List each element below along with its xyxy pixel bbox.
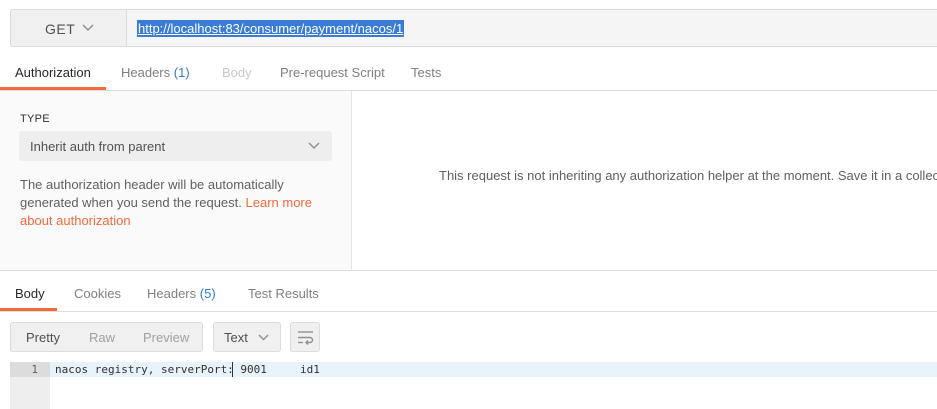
view-mode-group: Pretty Raw Preview bbox=[10, 322, 203, 352]
tab-label: Body bbox=[15, 286, 45, 301]
tab-authorization[interactable]: Authorization bbox=[15, 65, 91, 80]
auth-type-value: Inherit auth from parent bbox=[30, 139, 166, 154]
text-cursor bbox=[232, 362, 233, 377]
response-tabs: Body Cookies Headers (5) Test Results bbox=[0, 271, 937, 312]
method-label: GET bbox=[45, 21, 76, 37]
format-select[interactable]: Text bbox=[213, 322, 281, 352]
auth-info-message: This request is not inheriting any autho… bbox=[439, 168, 937, 183]
line-number: 1 bbox=[31, 363, 38, 376]
type-label: TYPE bbox=[20, 113, 50, 125]
tab-label: Pre-request Script bbox=[280, 65, 385, 80]
preview-button[interactable]: Preview bbox=[143, 330, 189, 345]
tab-test-results[interactable]: Test Results bbox=[248, 286, 319, 301]
tab-label: Headers bbox=[121, 65, 171, 80]
wrap-lines-button[interactable] bbox=[290, 322, 320, 352]
response-body-line: nacos registry, serverPort: 9001 id1 bbox=[55, 363, 320, 376]
tab-label: Test Results bbox=[248, 286, 319, 301]
format-label: Text bbox=[224, 330, 248, 345]
tab-label: Cookies bbox=[74, 286, 121, 301]
auth-description: The authorization header will be automat… bbox=[20, 176, 320, 230]
tab-cookies[interactable]: Cookies bbox=[74, 286, 121, 301]
tab-label: Authorization bbox=[15, 65, 91, 80]
tab-response-body[interactable]: Body bbox=[15, 286, 45, 301]
tab-headers[interactable]: Headers (1) bbox=[121, 65, 190, 80]
tab-response-headers[interactable]: Headers (5) bbox=[147, 286, 216, 301]
tab-count-badge: (5) bbox=[199, 286, 216, 301]
tab-pre-request-script[interactable]: Pre-request Script bbox=[280, 65, 385, 80]
method-select[interactable]: GET bbox=[10, 9, 127, 47]
tab-label: Tests bbox=[411, 65, 442, 80]
chevron-down-icon bbox=[258, 334, 269, 341]
tab-tests[interactable]: Tests bbox=[411, 65, 441, 80]
auth-description-text: The authorization header will be automat… bbox=[20, 177, 284, 210]
tab-label: Body bbox=[222, 65, 252, 80]
raw-button[interactable]: Raw bbox=[89, 330, 115, 345]
chevron-down-icon bbox=[308, 142, 320, 150]
chevron-down-icon bbox=[82, 24, 94, 32]
pretty-button[interactable]: Pretty bbox=[26, 330, 60, 345]
active-tab-indicator bbox=[0, 308, 57, 311]
wrap-lines-icon bbox=[298, 331, 314, 345]
tab-body[interactable]: Body bbox=[222, 65, 252, 80]
url-input[interactable]: http://localhost:83/consumer/payment/nac… bbox=[127, 9, 937, 47]
auth-type-select[interactable]: Inherit auth from parent bbox=[19, 131, 332, 161]
request-tabs: Authorization Headers (1) Body Pre-reque… bbox=[0, 58, 937, 91]
active-tab-indicator bbox=[0, 87, 106, 90]
tab-count-badge: (1) bbox=[173, 65, 190, 80]
url-text: http://localhost:83/consumer/payment/nac… bbox=[137, 20, 405, 37]
tab-label: Headers bbox=[147, 286, 197, 301]
